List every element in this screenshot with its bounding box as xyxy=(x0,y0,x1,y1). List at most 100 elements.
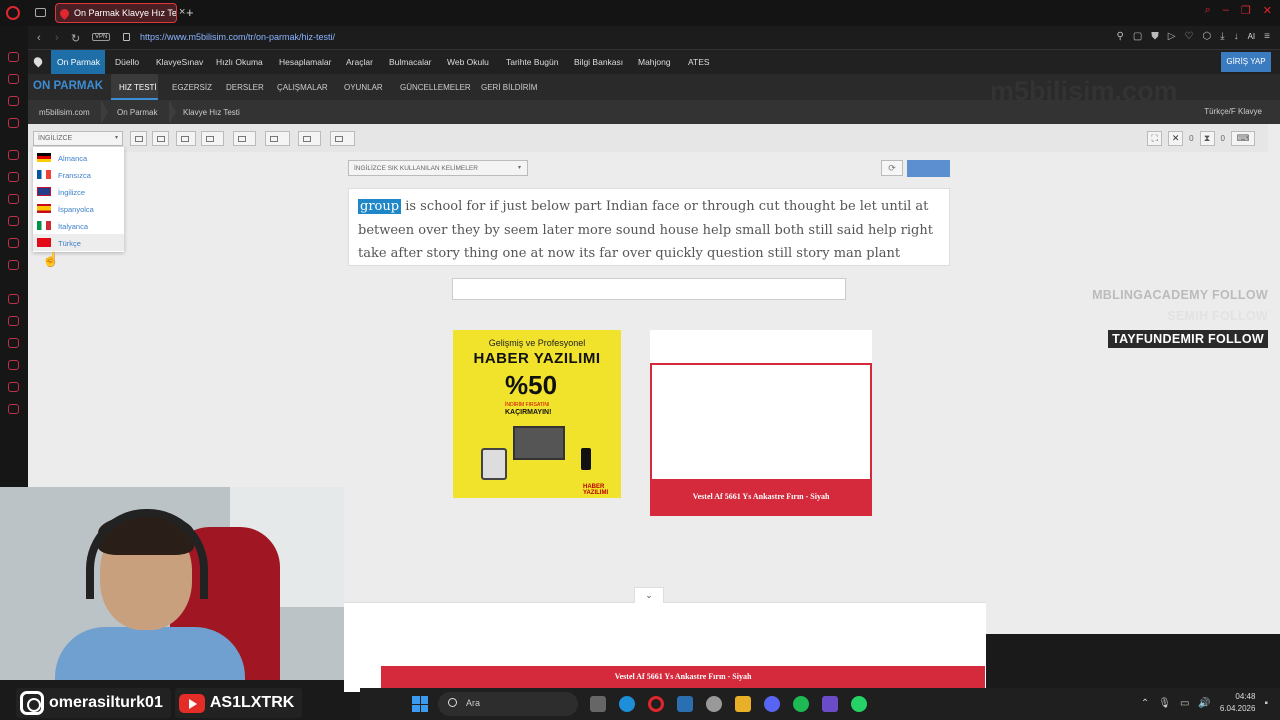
keyboard-toggle-button[interactable] xyxy=(130,131,147,146)
breadcrumb-item[interactable]: On Parmak xyxy=(117,108,157,117)
nav-item-mahjong[interactable]: Mahjong xyxy=(638,57,671,67)
opera-logo-icon[interactable] xyxy=(6,6,20,20)
nav-item-ates[interactable]: ATES xyxy=(688,57,710,67)
taskbar-search[interactable]: Ara xyxy=(438,692,578,716)
search-icon[interactable]: ⌕ xyxy=(1205,4,1211,17)
width-button[interactable] xyxy=(176,131,196,146)
twitch-icon[interactable] xyxy=(8,172,19,182)
settings-icon[interactable] xyxy=(8,404,19,414)
extensions-icon[interactable] xyxy=(8,382,19,392)
snapshot-icon[interactable]: ▢ xyxy=(1133,31,1142,42)
task-view-icon[interactable] xyxy=(590,696,606,712)
pin-icon[interactable] xyxy=(8,118,19,128)
back-icon[interactable]: ‹ xyxy=(37,32,41,44)
nav-item-bulmacalar[interactable]: Bulmacalar xyxy=(389,57,432,67)
typing-input[interactable] xyxy=(452,278,846,300)
windows-start-icon[interactable] xyxy=(412,696,428,712)
nav-item-klavyesinav[interactable]: KlavyeSınav xyxy=(156,57,203,67)
extensions-toolbar-icon[interactable]: ⬡ xyxy=(1202,31,1211,42)
instagram-icon[interactable] xyxy=(8,238,19,248)
language-option-ispanyolca[interactable]: İspanyolca xyxy=(33,200,124,217)
restore-icon[interactable]: ❐ xyxy=(1241,4,1251,17)
bottom-ad-caption[interactable]: Vestel Af 5661 Ys Ankastre Fırın - Siyah xyxy=(381,666,985,688)
close-tab-icon[interactable]: × xyxy=(179,6,185,18)
share-icon[interactable]: ▷ xyxy=(1168,31,1176,42)
music-icon[interactable] xyxy=(8,294,19,304)
nav-item-on-parmak[interactable]: On Parmak xyxy=(57,57,100,67)
tiktok-icon[interactable] xyxy=(8,260,19,270)
vpn-badge[interactable]: VPN xyxy=(92,33,111,41)
tab-oyunlar[interactable]: OYUNLAR xyxy=(344,83,383,92)
bookmark-icon[interactable] xyxy=(8,52,19,62)
tab-guncellemeler[interactable]: GÜNCELLEMELER xyxy=(400,83,471,92)
nav-item-bilgi-bankasi[interactable]: Bilgi Bankası xyxy=(574,57,623,67)
wordlist-select[interactable]: İNGİLİZCE SIK KULLANILAN KELİMELER ▾ xyxy=(348,160,528,176)
keyboard-layout-label[interactable]: Türkçe/F Klavye xyxy=(1204,107,1262,116)
messenger-icon[interactable] xyxy=(8,150,19,160)
nav-item-araclar[interactable]: Araçlar xyxy=(346,57,373,67)
pin-page-icon[interactable]: ⚲ xyxy=(1116,31,1123,42)
advertisement-vestel[interactable]: Vestel Af 5661 Ys Ankastre Fırın - Siyah xyxy=(650,330,872,516)
aria-ai-icon[interactable]: AI xyxy=(1248,31,1256,42)
nav-item-hizli-okuma[interactable]: Hızlı Okuma xyxy=(216,57,263,67)
tab-hiz-testi[interactable]: HIZ TESTİ xyxy=(119,83,157,92)
steam-icon[interactable] xyxy=(677,696,693,712)
box-button[interactable] xyxy=(298,131,321,146)
telegram-icon[interactable] xyxy=(8,216,19,226)
edge-icon[interactable] xyxy=(619,696,635,712)
settings-app-icon[interactable] xyxy=(706,696,722,712)
whatsapp-icon[interactable] xyxy=(8,194,19,204)
section-brand[interactable]: ON PARMAK xyxy=(33,80,103,92)
new-tab-icon[interactable]: + xyxy=(186,5,194,20)
language-option-turkce[interactable]: Türkçe xyxy=(33,234,124,251)
breadcrumb-item[interactable]: Klavye Hız Testi xyxy=(183,108,240,117)
browser-tab[interactable]: On Parmak Klavye Hız Testi xyxy=(55,3,177,23)
taskbar-clock[interactable]: 04:48 6.04.2026 xyxy=(1220,691,1256,715)
clock-icon[interactable] xyxy=(8,338,19,348)
file-explorer-icon[interactable] xyxy=(735,696,751,712)
layout-toggle-button[interactable] xyxy=(152,131,169,146)
tab-egzersiz[interactable]: EGZERSİZ xyxy=(172,83,212,92)
opera-taskbar-icon[interactable] xyxy=(648,696,664,712)
language-option-italyanca[interactable]: İtalyanca xyxy=(33,217,124,234)
volume-icon[interactable]: 🔊 xyxy=(1198,698,1210,709)
breadcrumb-item[interactable]: m5bilisim.com xyxy=(39,108,90,117)
language-select[interactable]: İNGİLİZCE ▾ xyxy=(33,131,123,146)
heart-icon[interactable]: ♡ xyxy=(1184,31,1193,42)
align-button[interactable] xyxy=(233,131,256,146)
discord-icon[interactable] xyxy=(764,696,780,712)
nav-item-duello[interactable]: Düello xyxy=(115,57,139,67)
keyboard-settings-icon[interactable]: ⌨ xyxy=(1231,131,1255,146)
notification-icon[interactable]: ▪ xyxy=(1264,698,1268,709)
easy-setup-icon[interactable]: ⤓ xyxy=(1220,31,1224,42)
lock-icon[interactable] xyxy=(123,33,130,41)
adblock-icon[interactable]: ⛊ xyxy=(1151,31,1159,42)
language-option-fransizca[interactable]: Fransızca xyxy=(33,166,124,183)
wallet-icon[interactable] xyxy=(8,96,19,106)
history-icon[interactable] xyxy=(8,74,19,84)
nav-item-hesaplamalar[interactable]: Hesaplamalar xyxy=(279,57,331,67)
tab-geri-bildirim[interactable]: GERİ BİLDİRİM xyxy=(481,83,537,92)
downloads-icon[interactable] xyxy=(8,360,19,370)
workspaces-icon[interactable] xyxy=(8,316,19,326)
language-option-ingilizce[interactable]: İngilizce xyxy=(33,183,124,200)
login-button[interactable]: GİRİŞ YAP xyxy=(1221,52,1271,72)
tray-chevron-icon[interactable]: ⌃ xyxy=(1141,698,1149,709)
whatsapp-taskbar-icon[interactable] xyxy=(851,696,867,712)
tab-menu-icon[interactable] xyxy=(35,8,46,17)
nav-item-tarihte-bugun[interactable]: Tarihte Bugün xyxy=(506,57,558,67)
grid-button[interactable] xyxy=(265,131,290,146)
network-icon[interactable]: ▭ xyxy=(1180,698,1189,709)
restart-test-button[interactable]: ⟳ xyxy=(881,160,903,176)
advertisement-haber-yazilimi[interactable]: Gelişmiş ve Profesyonel HABER YAZILIMI %… xyxy=(453,330,621,498)
download-icon[interactable]: ↓ xyxy=(1234,31,1239,42)
monitor-button[interactable] xyxy=(330,131,355,146)
nav-item-web-okulu[interactable]: Web Okulu xyxy=(447,57,489,67)
fullscreen-icon[interactable]: ⛶ xyxy=(1147,131,1163,146)
reload-icon[interactable]: ↻ xyxy=(71,32,80,45)
teams-icon[interactable] xyxy=(822,696,838,712)
language-option-almanca[interactable]: Almanca xyxy=(33,149,124,166)
microphone-icon[interactable]: 🎙 xyxy=(1158,698,1171,709)
close-window-icon[interactable]: ✕ xyxy=(1263,4,1272,17)
tab-dersler[interactable]: DERSLER xyxy=(226,83,264,92)
